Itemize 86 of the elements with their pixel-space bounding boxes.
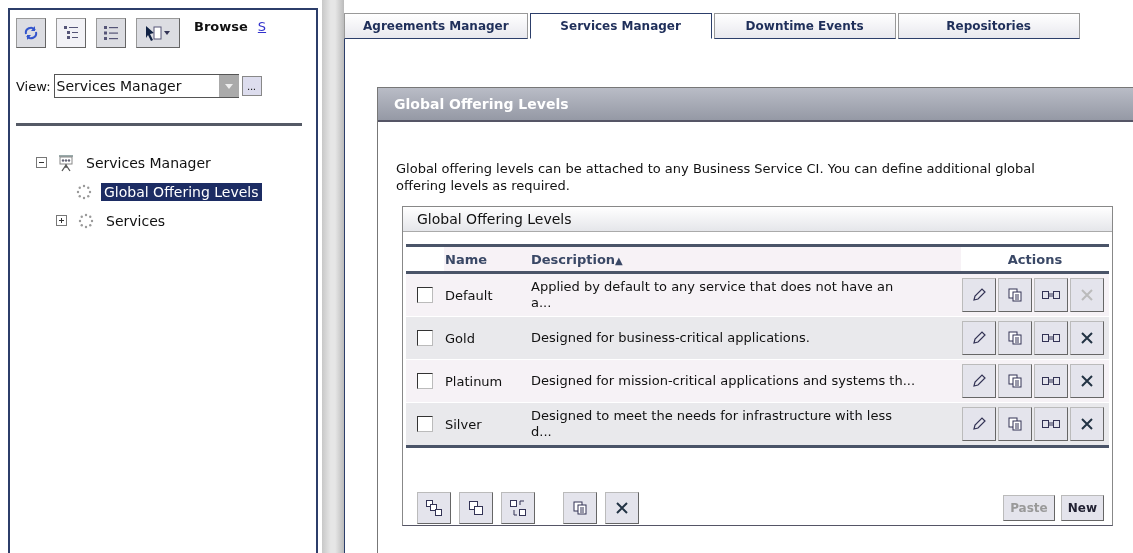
duplicate-button[interactable] [1034,364,1068,398]
close-icon [1080,417,1094,431]
tab[interactable]: Downtime Events [713,13,896,39]
duplicate-button[interactable] [1034,407,1068,441]
table-title: Global Offering Levels [403,207,1112,232]
edit-button[interactable] [962,364,996,398]
tree-item[interactable]: Services [103,211,169,230]
view-dropdown[interactable]: Services Manager [53,74,239,98]
pencil-icon [971,373,987,389]
copy-icon [1007,373,1023,389]
panel-header: Global Offering Levels [378,88,1133,122]
collapse-icon[interactable] [36,157,47,168]
table-cell: Default [445,287,493,303]
stacked-checkboxes-icon [425,499,443,517]
copy-icon [572,500,588,516]
delete-button[interactable] [1070,321,1104,355]
checkbox[interactable] [417,416,433,433]
dotted-circle-icon [77,211,95,230]
dropdown-arrow-icon [223,82,234,90]
copy-icon [1007,416,1023,432]
link[interactable]: S [257,19,267,34]
table-cell: Designed for mission-critical applications and systems th... [531,373,916,389]
delete-button[interactable] [605,492,639,524]
pencil-icon [971,416,987,432]
tab[interactable]: Repositories [897,13,1080,39]
tab[interactable]: Agreements Manager [344,13,528,39]
expand-icon[interactable] [56,215,67,226]
checkbox[interactable] [417,373,433,390]
close-icon [1080,331,1094,345]
linked-boxes-icon [1041,332,1061,344]
presentation-board-icon [57,153,75,172]
browse-button[interactable]: ... [241,76,262,96]
copy-icon [1007,330,1023,346]
panel-title: Browse [194,19,248,34]
list-view-button[interactable] [96,18,126,48]
table-cell: Gold [445,330,475,346]
dotted-circle-icon [75,182,93,201]
copy-icon [1007,287,1023,303]
tree-item[interactable]: Services Manager [83,153,214,172]
action-button[interactable]: New [1060,495,1104,521]
table-cell-text: Applied by default to any service that does not have an a... [531,279,895,311]
linked-boxes-icon [1041,375,1061,387]
description-text: Global offering levels can be attached to any Business Service CI. You can define additional global offering levels as required. [396,160,1036,194]
overlap-squares-button[interactable] [459,492,493,524]
copy-button[interactable] [998,407,1032,441]
edit-button[interactable] [962,407,996,441]
tree-view-button[interactable] [56,18,86,48]
refresh-button[interactable] [16,18,46,48]
overlapping-squares-icon [467,499,485,517]
table-cell: Designed for business-critical applications. [531,330,810,346]
column-header[interactable]: Description▲ [531,251,623,267]
checkbox[interactable] [417,330,433,347]
linked-boxes-icon [1041,289,1061,301]
delete-button[interactable] [1070,364,1104,398]
view-label: View: [16,78,51,94]
swap-squares-icon [509,499,527,517]
close-icon [1080,374,1094,388]
pointer-dropdown-icon [144,24,172,42]
copy-button[interactable] [998,364,1032,398]
copy-button[interactable] [998,321,1032,355]
table-cell-text: Designed to meet the needs for infrastructure with less d... [531,408,893,440]
select-menu-button[interactable] [136,18,180,48]
close-icon [1080,288,1094,302]
delete-button[interactable] [1070,407,1104,441]
invert-selection-button[interactable] [501,492,535,524]
edit-button[interactable] [962,321,996,355]
linked-boxes-icon [1041,418,1061,430]
tree-list-icon [62,24,80,42]
duplicate-button[interactable] [1034,278,1068,312]
close-icon [615,501,629,515]
column-header: Actions [961,245,1109,273]
pencil-icon [971,330,987,346]
pencil-icon [971,287,987,303]
table-cell: Silver [445,416,482,432]
list-icon [102,24,120,42]
column-header[interactable]: Name [444,245,530,273]
copy-button[interactable] [563,492,597,524]
refresh-icon [23,25,39,41]
select-all-button[interactable] [417,492,451,524]
table-cell: Platinum [445,373,503,389]
tree-item[interactable]: Global Offering Levels [101,182,262,201]
copy-button[interactable] [998,278,1032,312]
duplicate-button[interactable] [1034,321,1068,355]
checkbox[interactable] [417,287,433,304]
edit-button[interactable] [962,278,996,312]
tab[interactable]: Services Manager [529,13,712,39]
